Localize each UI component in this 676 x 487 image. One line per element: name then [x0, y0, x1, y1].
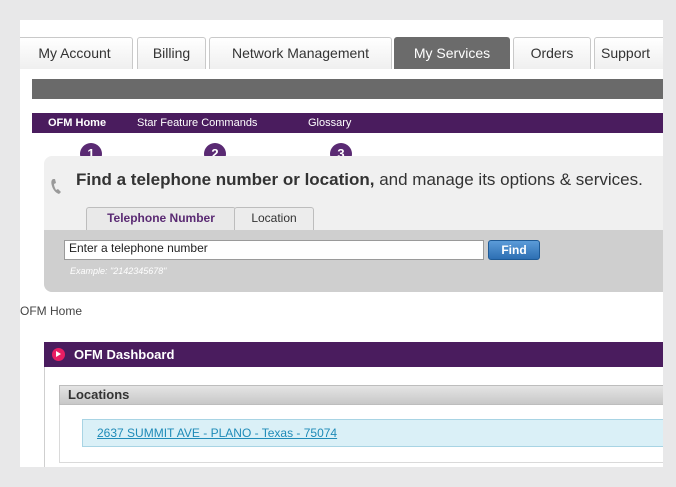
list-item: 2637 SUMMIT AVE - PLANO - Texas - 75074	[82, 419, 663, 447]
locations-list: 2637 SUMMIT AVE - PLANO - Texas - 75074	[59, 405, 663, 463]
tab-orders[interactable]: Orders	[513, 37, 591, 69]
tab-location[interactable]: Location	[234, 207, 314, 230]
sub-nav: OFM Home Star Feature Commands Glossary	[32, 113, 663, 133]
find-panel: Find a telephone number or location, and…	[44, 156, 663, 292]
collapse-icon[interactable]	[52, 348, 65, 361]
locations-title: Locations	[68, 387, 130, 402]
sub-nav-ofm-home[interactable]: OFM Home	[48, 113, 106, 133]
top-tabs: My Account Billing Network Management My…	[20, 37, 663, 69]
tab-telephone-number[interactable]: Telephone Number	[86, 207, 236, 230]
telephone-number-input[interactable]: Enter a telephone number	[64, 240, 484, 260]
location-link[interactable]: 2637 SUMMIT AVE - PLANO - Texas - 75074	[97, 420, 337, 446]
header-bar	[32, 79, 663, 99]
dashboard-header[interactable]: OFM Dashboard	[44, 342, 663, 367]
sub-nav-glossary[interactable]: Glossary	[308, 113, 351, 133]
tab-my-account[interactable]: My Account	[20, 37, 133, 69]
phone-icon	[51, 179, 61, 194]
app-window: My Account Billing Network Management My…	[20, 20, 663, 467]
sub-nav-star-feature-commands[interactable]: Star Feature Commands	[137, 113, 257, 133]
tab-billing[interactable]: Billing	[137, 37, 206, 69]
dashboard-body: Locations 2637 SUMMIT AVE - PLANO - Texa…	[44, 367, 663, 467]
locations-header: Locations	[59, 385, 663, 405]
example-hint: Example: "2142345678"	[70, 266, 167, 276]
tab-support[interactable]: Support	[594, 37, 663, 69]
breadcrumb: OFM Home	[20, 304, 83, 318]
find-heading-bold: Find a telephone number or location,	[76, 170, 375, 189]
find-button[interactable]: Find	[488, 240, 540, 260]
find-heading: Find a telephone number or location, and…	[76, 170, 643, 190]
dashboard-title: OFM Dashboard	[74, 347, 175, 362]
tab-network-management[interactable]: Network Management	[209, 37, 392, 69]
find-heading-rest: and manage its options & services.	[374, 170, 643, 189]
tab-my-services[interactable]: My Services	[394, 37, 510, 69]
